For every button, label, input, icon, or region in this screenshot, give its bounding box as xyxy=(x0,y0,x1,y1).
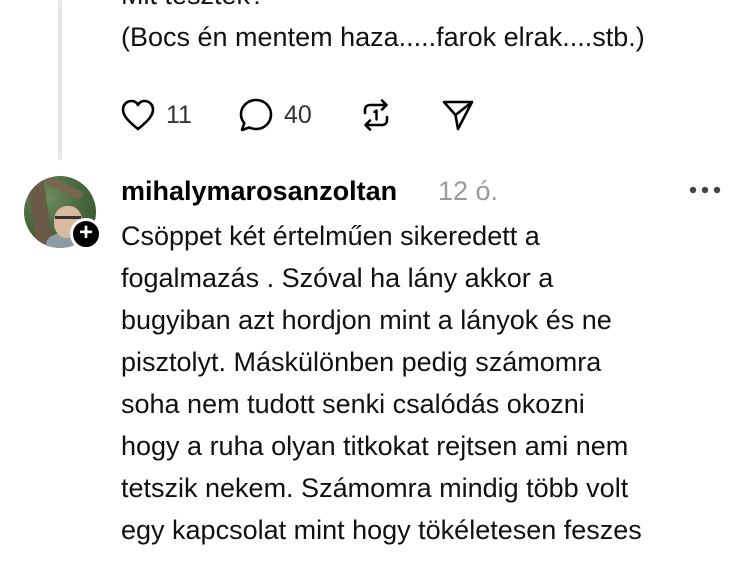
repost-icon xyxy=(363,99,389,131)
previous-post-text: Mit tesztek? (Bocs én mentem haza.....fa… xyxy=(121,0,645,58)
previous-post-line: (Bocs én mentem haza.....farok elrak....… xyxy=(121,22,645,52)
repost-button[interactable] xyxy=(358,97,394,133)
previous-post-line: Mit tesztek? xyxy=(121,0,645,16)
thread-connector-line xyxy=(58,0,62,160)
comment-line: hogy a ruha olyan titkokat rejtsen ami n… xyxy=(121,431,629,461)
comment-line: Csöppet két értelműen sikeredett a xyxy=(121,221,540,251)
post-actions-bar: 11 40 xyxy=(120,95,522,135)
plus-icon: + xyxy=(78,219,93,246)
comment-username[interactable]: mihalymarosanzoltan xyxy=(121,172,397,210)
comment-line: fogalmazás . Szóval ha lány akkor a xyxy=(121,263,554,293)
like-count: 11 xyxy=(166,100,192,129)
comment-line: tetszik nekem. Számomra mindig több volt xyxy=(121,473,629,503)
comment-line: soha nem tudott senki csalódás okozni xyxy=(121,389,585,419)
comment-line: egy kapcsolat mint hogy tökéletesen fesz… xyxy=(121,515,642,545)
comment-timestamp: 12 ó. xyxy=(438,176,499,206)
more-icon[interactable] xyxy=(688,180,722,200)
follow-button[interactable]: + xyxy=(70,218,102,250)
heart-icon xyxy=(121,99,155,131)
like-button[interactable]: 11 xyxy=(120,98,192,132)
comment-line: bugyiban azt hordjon mint a lányok és ne xyxy=(121,305,612,335)
comment-icon xyxy=(239,98,273,132)
avatar-tree-branch xyxy=(44,176,84,201)
share-button[interactable] xyxy=(440,97,476,133)
comment-line: pisztolyt. Máskülönben pedig számomra xyxy=(121,347,602,377)
comment-count: 40 xyxy=(283,100,312,129)
send-icon xyxy=(442,100,474,131)
comment-body: Csöppet két értelműen sikeredett a fogal… xyxy=(121,215,731,551)
comment-button[interactable]: 40 xyxy=(238,97,312,133)
